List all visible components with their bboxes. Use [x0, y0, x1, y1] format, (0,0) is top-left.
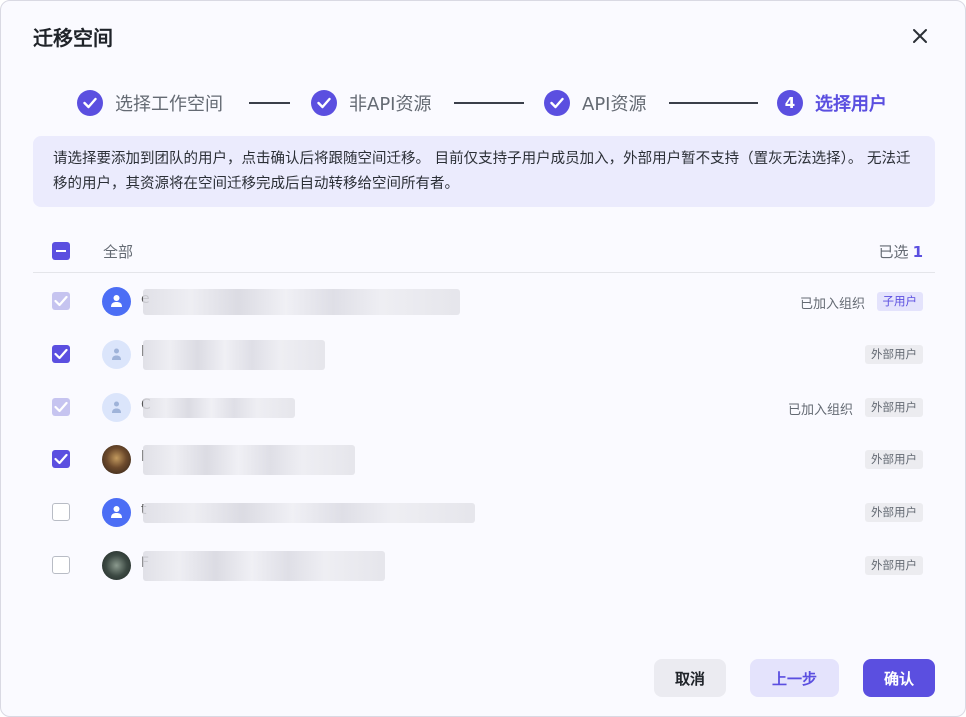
selected-label: 已选	[878, 243, 909, 261]
avatar	[102, 445, 131, 474]
user-checkbox[interactable]	[52, 450, 70, 468]
previous-step-button[interactable]: 上一步	[750, 659, 839, 697]
step-divider	[249, 102, 290, 104]
list-item[interactable]: e 已加入组织 子用户	[33, 275, 935, 327]
user-checkbox[interactable]	[52, 292, 70, 310]
step-label: 选择用户	[815, 94, 887, 115]
step-label: API资源	[582, 94, 647, 115]
step-select-users: 4 选择用户	[777, 87, 887, 119]
select-all-label: 全部	[103, 243, 134, 261]
step-indicator: 选择工作空间 非API资源 API资源 4 选择用户	[77, 87, 897, 119]
step-divider	[454, 102, 524, 104]
user-icon	[112, 348, 121, 360]
list-item[interactable]: l 外部用户	[33, 433, 935, 485]
joined-status: 已加入组织	[799, 297, 865, 312]
user-checkbox[interactable]	[52, 345, 70, 363]
selected-number: 1	[912, 243, 923, 261]
info-notice: 请选择要添加到团队的用户，点击确认后将跟随空间迁移。 目前仅支持子用户成员加入，…	[33, 136, 935, 207]
check-circle-icon	[311, 90, 337, 116]
user-type-tag: 外部用户	[865, 398, 923, 417]
user-type-tag: 外部用户	[865, 345, 923, 364]
avatar	[102, 340, 131, 369]
redacted-name	[143, 503, 475, 523]
selected-count: 已选 1	[879, 241, 923, 262]
redacted-name	[143, 289, 460, 315]
list-header: 全部 已选 1	[33, 229, 935, 273]
avatar	[102, 287, 131, 316]
user-checkbox[interactable]	[52, 398, 70, 416]
user-type-tag: 外部用户	[865, 503, 923, 522]
step-label: 非API资源	[349, 94, 432, 115]
list-item[interactable]: l 外部用户	[33, 328, 935, 380]
user-icon	[111, 506, 122, 518]
user-icon	[112, 401, 121, 413]
user-icon	[111, 295, 122, 307]
user-type-tag: 外部用户	[865, 556, 923, 575]
step-divider	[669, 102, 758, 104]
redacted-name	[143, 551, 385, 581]
confirm-button[interactable]: 确认	[863, 659, 935, 697]
step-select-workspace: 选择工作空间	[77, 87, 223, 119]
list-item[interactable]: t 外部用户	[33, 486, 935, 538]
redacted-name	[143, 340, 325, 370]
step-label: 选择工作空间	[115, 94, 223, 115]
step-api-resources: API资源	[544, 87, 646, 119]
select-all-checkbox[interactable]	[52, 242, 70, 260]
step-non-api-resources: 非API资源	[311, 87, 431, 119]
migrate-space-dialog: 迁移空间 选择工作空间 非API资源 API资源 4 选择用户 请选择要添加到团…	[0, 0, 966, 717]
list-item[interactable]: F 外部用户	[33, 539, 935, 591]
cancel-button[interactable]: 取消	[654, 659, 726, 697]
user-type-tag: 外部用户	[865, 450, 923, 469]
joined-status: 已加入组织	[787, 403, 853, 418]
user-type-tag: 子用户	[876, 292, 923, 311]
redacted-name	[143, 398, 295, 418]
redacted-name	[143, 445, 355, 475]
dialog-title: 迁移空间	[33, 26, 113, 50]
check-circle-icon	[544, 90, 570, 116]
close-icon[interactable]	[907, 23, 933, 49]
avatar	[102, 498, 131, 527]
avatar	[102, 551, 131, 580]
step-number: 4	[777, 90, 803, 116]
avatar	[102, 393, 131, 422]
user-checkbox[interactable]	[52, 556, 70, 574]
check-circle-icon	[77, 90, 103, 116]
list-item[interactable]: C 已加入组织 外部用户	[33, 381, 935, 433]
user-checkbox[interactable]	[52, 503, 70, 521]
